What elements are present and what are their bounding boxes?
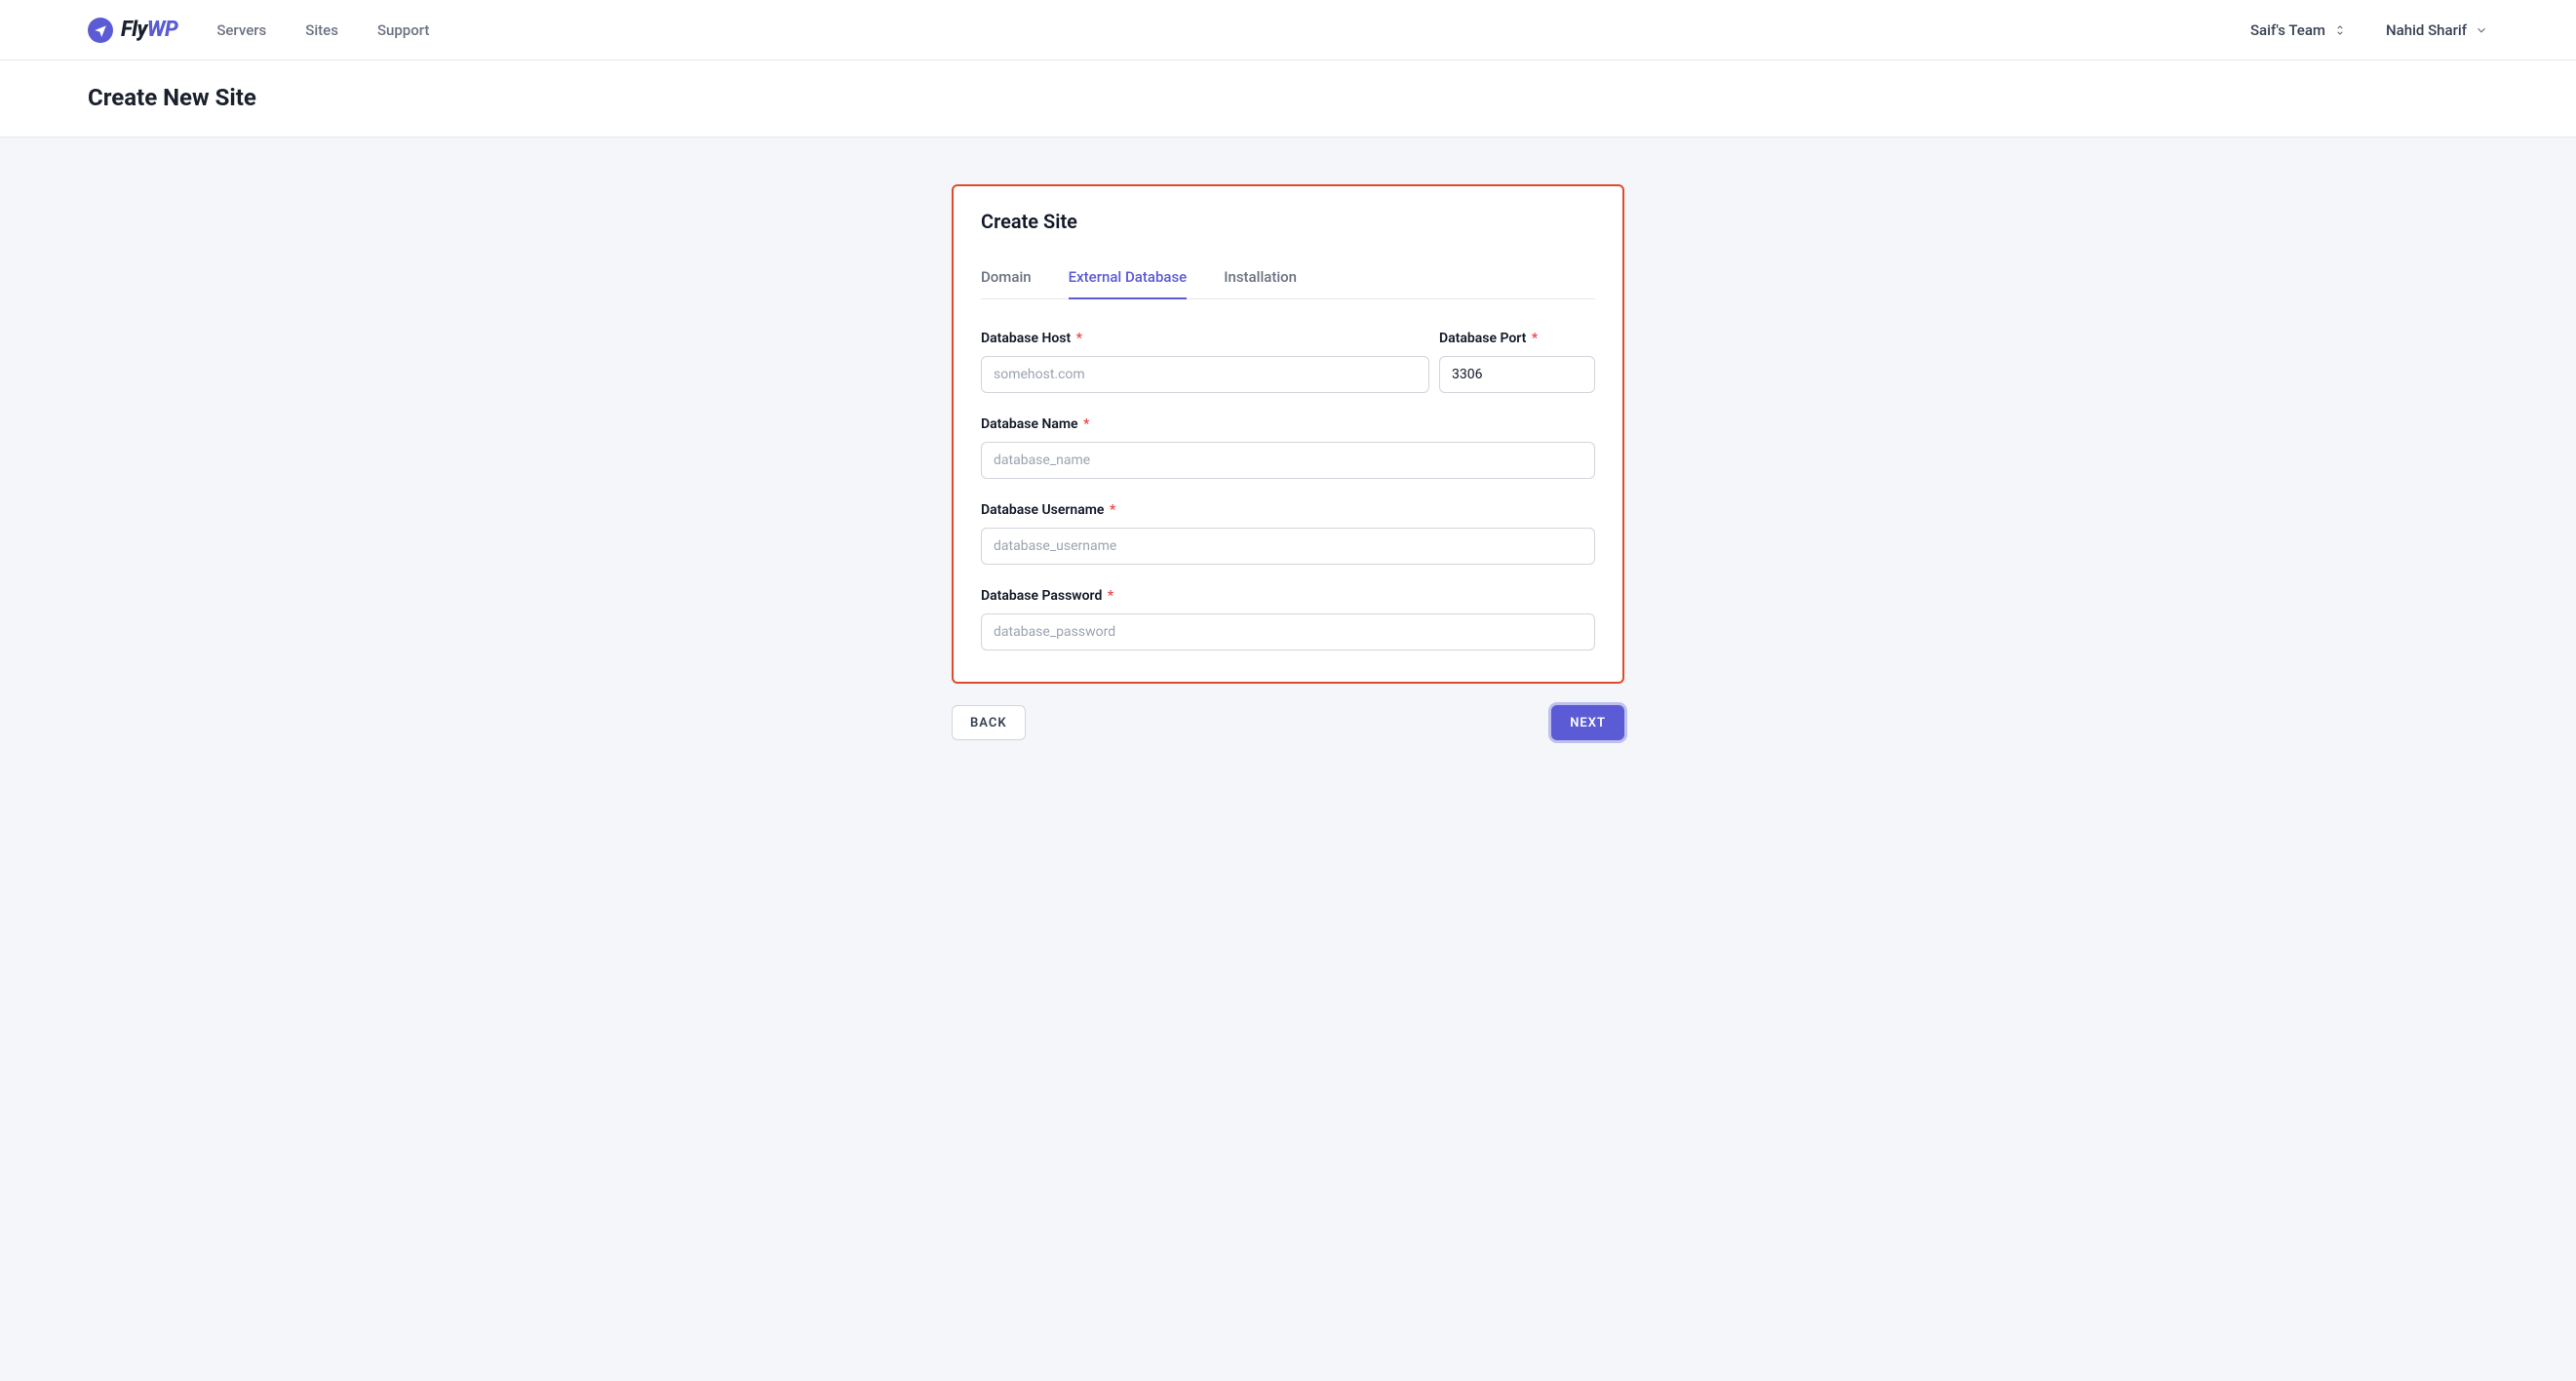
team-name: Saif's Team xyxy=(2250,21,2325,39)
label-db-password: Database Password * xyxy=(981,588,1595,604)
create-site-card: Create Site Domain External Database Ins… xyxy=(952,184,1624,684)
tab-external-database[interactable]: External Database xyxy=(1069,268,1188,299)
label-db-port: Database Port * xyxy=(1439,331,1595,346)
topbar: FlyWP Servers Sites Support Saif's Team … xyxy=(0,0,2576,60)
input-db-port[interactable] xyxy=(1439,356,1595,393)
label-db-username: Database Username * xyxy=(981,502,1595,518)
plane-icon xyxy=(88,18,113,43)
label-db-name: Database Name * xyxy=(981,416,1595,432)
team-switcher[interactable]: Saif's Team xyxy=(2250,21,2347,39)
next-button[interactable]: NEXT xyxy=(1551,705,1624,740)
tab-installation[interactable]: Installation xyxy=(1224,268,1297,299)
tabs: Domain External Database Installation xyxy=(981,268,1595,299)
input-db-username[interactable] xyxy=(981,528,1595,565)
button-row: BACK NEXT xyxy=(952,684,1624,740)
nav-servers[interactable]: Servers xyxy=(216,21,266,39)
input-db-name[interactable] xyxy=(981,442,1595,479)
card-title: Create Site xyxy=(981,210,1595,233)
nav-support[interactable]: Support xyxy=(377,21,429,39)
chevron-down-icon xyxy=(2475,23,2488,37)
label-db-host: Database Host * xyxy=(981,331,1429,346)
subheader: Create New Site xyxy=(0,60,2576,138)
field-db-name: Database Name * xyxy=(981,416,1595,479)
chevron-updown-icon xyxy=(2333,23,2347,37)
logo[interactable]: FlyWP xyxy=(88,18,177,43)
field-db-password: Database Password * xyxy=(981,588,1595,651)
input-db-password[interactable] xyxy=(981,613,1595,651)
user-menu[interactable]: Nahid Sharif xyxy=(2386,21,2488,39)
field-db-host: Database Host * xyxy=(981,331,1429,393)
user-name: Nahid Sharif xyxy=(2386,21,2467,39)
main-nav: Servers Sites Support xyxy=(216,21,429,39)
logo-text: FlyWP xyxy=(121,18,177,42)
content-area: Create Site Domain External Database Ins… xyxy=(0,138,2576,799)
back-button[interactable]: BACK xyxy=(952,705,1026,740)
tab-domain[interactable]: Domain xyxy=(981,268,1032,299)
page-title: Create New Site xyxy=(88,84,2488,111)
nav-sites[interactable]: Sites xyxy=(305,21,338,39)
field-db-port: Database Port * xyxy=(1439,331,1595,393)
input-db-host[interactable] xyxy=(981,356,1429,393)
field-db-username: Database Username * xyxy=(981,502,1595,565)
